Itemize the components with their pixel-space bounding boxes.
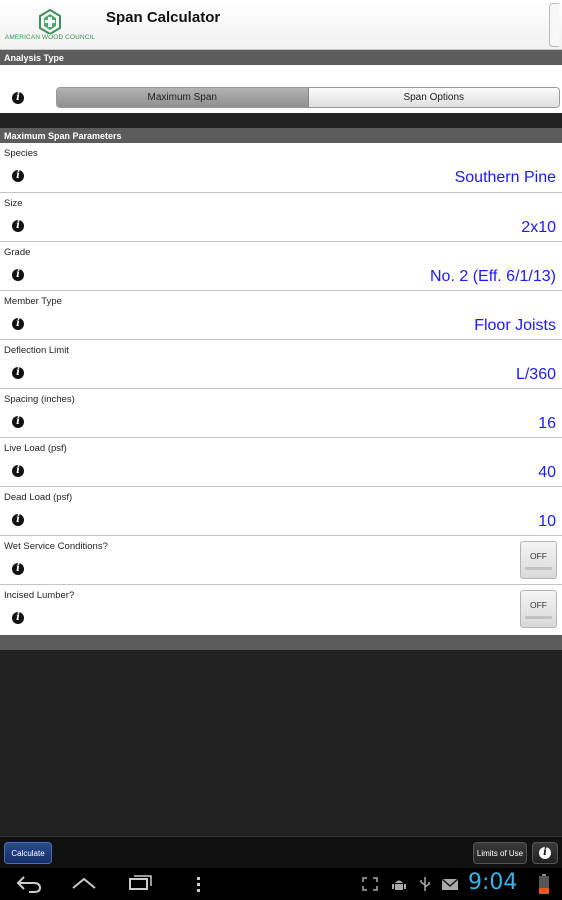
app-header: AMERICAN WOOD COUNCIL Span Calculator [0,0,562,50]
info-icon[interactable]: i [12,563,24,575]
back-icon[interactable] [15,874,43,894]
home-icon[interactable] [70,874,98,894]
param-label: Grade [4,247,31,258]
param-label: Size [4,198,23,209]
menu-icon[interactable] [192,874,204,894]
info-icon: i [539,847,551,859]
param-value[interactable]: No. 2 (Eff. 6/1/13) [430,268,556,286]
recents-icon[interactable] [126,874,154,894]
info-icon[interactable]: i [12,514,24,526]
status-clock: 9:04 [468,870,518,895]
analysis-type-header: Analysis Type [0,50,562,65]
header-edge-button[interactable] [549,3,559,47]
limits-of-use-button[interactable]: Limits of Use [473,842,527,864]
param-label: Live Load (psf) [4,443,67,454]
param-row-dead-load[interactable]: Dead Load (psf) i 10 [0,486,562,535]
param-value[interactable]: 10 [538,513,556,531]
param-value[interactable]: 2x10 [521,219,556,237]
param-label: Spacing (inches) [4,394,75,405]
info-icon[interactable]: i [12,465,24,477]
param-label: Species [4,148,38,159]
tab-maximum-span[interactable]: Maximum Span [57,88,309,107]
param-row-deflection-limit[interactable]: Deflection Limit i L/360 [0,339,562,388]
param-value[interactable]: Floor Joists [474,317,556,335]
info-icon[interactable]: i [12,92,24,104]
analysis-type-segmented-control: Maximum Span Span Options [56,87,560,108]
toggle-indicator [525,616,552,619]
gmail-icon [441,878,459,890]
app-root: AMERICAN WOOD COUNCIL Span Calculator An… [0,0,562,900]
info-icon[interactable]: i [12,220,24,232]
toggle-indicator [525,567,552,570]
info-icon[interactable]: i [12,612,24,624]
page-title: Span Calculator [106,9,221,26]
wet-service-toggle[interactable]: OFF [520,541,557,579]
param-label: Member Type [4,296,62,307]
param-row-spacing[interactable]: Spacing (inches) i 16 [0,388,562,437]
param-row-species[interactable]: Species i Southern Pine [0,143,562,192]
logo-text: AMERICAN WOOD COUNCIL [4,34,96,41]
info-icon[interactable]: i [12,367,24,379]
param-row-wet-service: Wet Service Conditions? i OFF [0,535,562,584]
param-label: Incised Lumber? [4,590,75,601]
bottom-section-bar [0,635,562,650]
toggle-label: OFF [530,551,547,561]
android-debug-icon [392,880,406,890]
incised-lumber-toggle[interactable]: OFF [520,590,557,628]
usb-icon [420,877,430,891]
param-label: Wet Service Conditions? [4,541,108,552]
param-value[interactable]: Southern Pine [455,169,556,187]
toggle-label: OFF [530,600,547,610]
help-button[interactable]: i [532,842,558,864]
info-icon[interactable]: i [12,416,24,428]
param-value[interactable]: 40 [538,464,556,482]
param-row-size[interactable]: Size i 2x10 [0,192,562,241]
battery-icon [539,874,549,894]
tab-span-options[interactable]: Span Options [308,88,559,107]
info-icon[interactable]: i [12,318,24,330]
param-label: Deflection Limit [4,345,69,356]
info-icon[interactable]: i [12,170,24,182]
param-row-incised-lumber: Incised Lumber? i OFF [0,584,562,635]
param-value[interactable]: 16 [538,415,556,433]
param-value[interactable]: L/360 [516,366,556,384]
awc-logo: AMERICAN WOOD COUNCIL [4,8,96,44]
param-row-live-load[interactable]: Live Load (psf) i 40 [0,437,562,486]
calculate-button[interactable]: Calculate [4,842,52,864]
param-row-grade[interactable]: Grade i No. 2 (Eff. 6/1/13) [0,241,562,290]
screenshot-icon [362,877,378,891]
info-icon[interactable]: i [12,269,24,281]
parameters-header: Maximum Span Parameters [0,128,562,143]
param-row-member-type[interactable]: Member Type i Floor Joists [0,290,562,339]
param-label: Dead Load (psf) [4,492,73,503]
bottom-action-bar: Calculate Limits of Use i [0,836,562,868]
system-nav-bar: 9:04 [0,868,562,900]
